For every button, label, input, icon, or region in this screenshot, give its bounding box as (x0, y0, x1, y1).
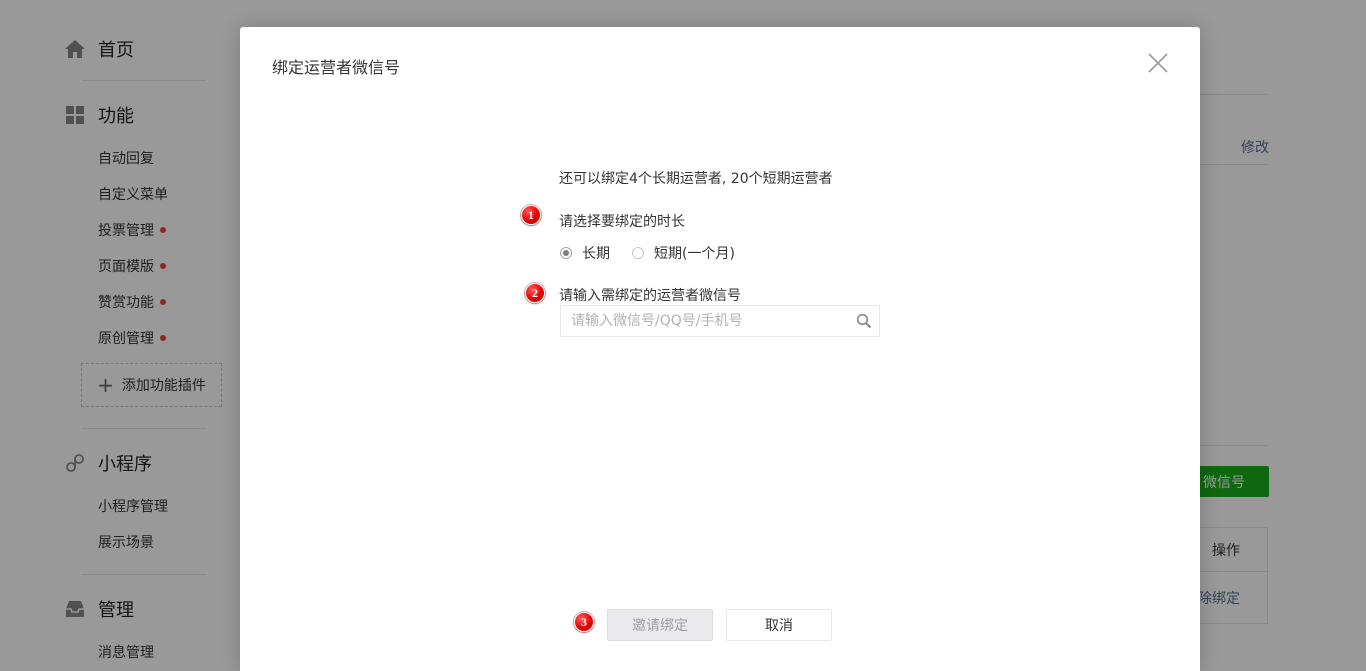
radio-label: 短期(一个月) (654, 246, 735, 262)
radio-label: 长期 (582, 246, 610, 262)
step-badge-1: 1 (521, 205, 541, 225)
radio-long-term[interactable]: 长期 (560, 243, 610, 263)
wechat-id-input[interactable] (561, 307, 849, 335)
wechat-id-label: 请输入需绑定的运营者微信号 (559, 288, 741, 304)
radio-circle (560, 247, 572, 259)
step-badge-3: 3 (574, 612, 594, 632)
bind-operator-dialog: 绑定运营者微信号 还可以绑定4个长期运营者, 20个短期运营者 1 请选择要绑定… (240, 27, 1200, 671)
invite-bind-button[interactable]: 邀请绑定 (607, 609, 713, 641)
search-icon[interactable] (849, 306, 879, 336)
cancel-button[interactable]: 取消 (726, 609, 832, 641)
close-icon[interactable] (1146, 51, 1170, 75)
quota-text: 还可以绑定4个长期运营者, 20个短期运营者 (559, 171, 833, 187)
duration-label: 请选择要绑定的时长 (559, 214, 685, 230)
duration-radio-group: 长期 短期(一个月) (560, 243, 757, 263)
radio-short-term[interactable]: 短期(一个月) (632, 243, 735, 263)
radio-circle (632, 247, 644, 259)
dialog-title: 绑定运营者微信号 (272, 58, 401, 77)
wechat-search-box (560, 305, 880, 337)
step-badge-2: 2 (525, 283, 545, 303)
